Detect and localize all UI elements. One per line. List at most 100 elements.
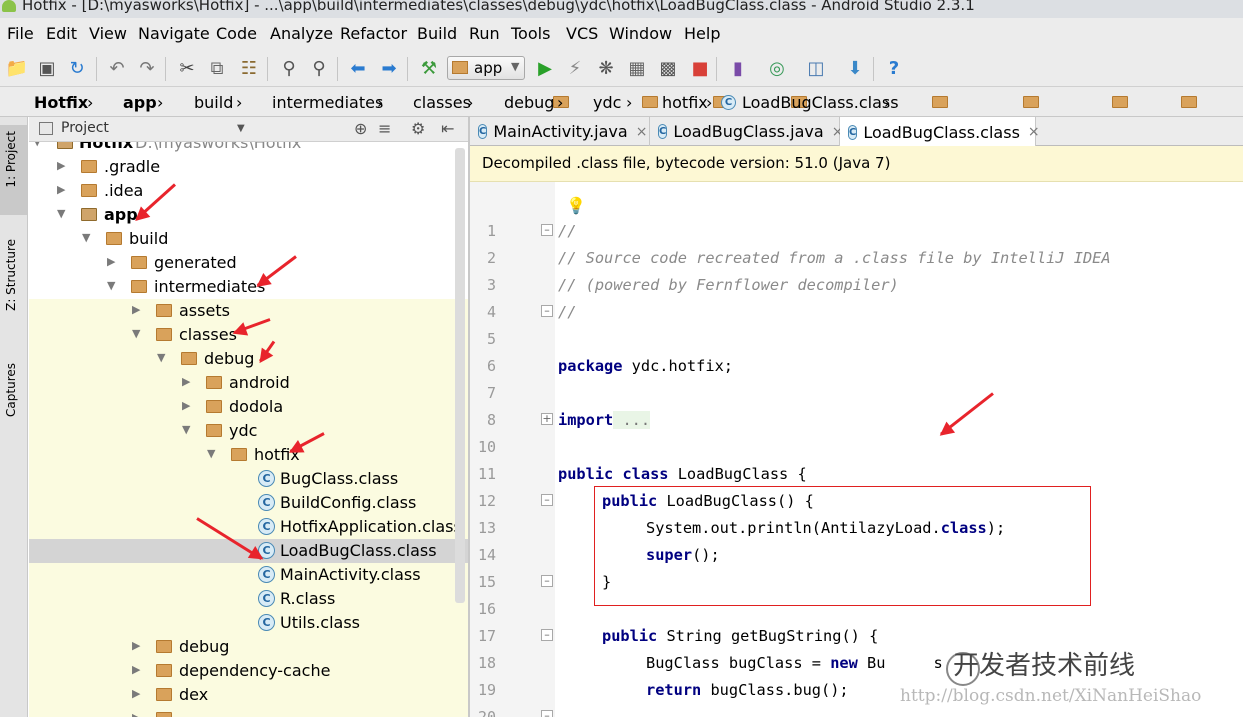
project-structure-icon[interactable]: ◫ [805, 58, 827, 80]
fold-toggle-icon[interactable]: – [541, 629, 553, 641]
folder-icon [156, 664, 172, 677]
redo-icon[interactable]: ↷ [136, 58, 158, 80]
paste-icon[interactable]: ☷ [238, 58, 260, 80]
make-project-icon[interactable]: ⚒ [418, 58, 440, 80]
chevron-down-icon[interactable]: ▼ [237, 123, 245, 134]
menu-tools[interactable]: Tools [511, 24, 550, 43]
sdk-manager-icon[interactable]: ◎ [766, 58, 788, 80]
locate-file-icon[interactable]: ⊕ [354, 119, 367, 138]
back-icon[interactable]: ⬅ [347, 58, 369, 80]
menu-vcs[interactable]: VCS [566, 24, 598, 43]
undo-icon[interactable]: ↶ [106, 58, 128, 80]
tab-mainactivity-java[interactable]: C MainActivity.java × [470, 117, 650, 146]
tree-item-assets[interactable]: ▶ assets [29, 299, 468, 323]
stop-icon[interactable]: ■ [689, 58, 711, 80]
menu-edit[interactable]: Edit [46, 24, 77, 43]
project-tool-tab[interactable]: 1: Project [4, 131, 18, 188]
breadcrumb-loadbugclass[interactable]: C LoadBugClass.class [721, 91, 899, 113]
fold-toggle-icon[interactable]: – [541, 305, 553, 317]
tree-item-build[interactable]: ▼ build [29, 227, 468, 251]
tree-item-label: intermediates [154, 277, 266, 296]
tab-loadbugclass-class[interactable]: C LoadBugClass.class × [840, 117, 1040, 147]
tab-loadbugclass-java[interactable]: C LoadBugClass.java × [650, 117, 843, 146]
fold-toggle-icon[interactable]: + [541, 413, 553, 425]
debug-icon[interactable]: ❋ [595, 58, 617, 80]
tree-item-r[interactable]: C R.class [29, 587, 468, 611]
menu-help[interactable]: Help [684, 24, 720, 43]
attach-debugger-icon[interactable]: ▩ [657, 58, 679, 80]
breadcrumb-classes[interactable]: classes [391, 91, 948, 113]
tree-item-android[interactable]: ▶ android [29, 371, 468, 395]
fold-toggle-icon[interactable]: – [541, 575, 553, 587]
tree-item-intermediates[interactable]: ▼ intermediates [29, 275, 468, 299]
breadcrumb-intermediates[interactable]: intermediates [250, 91, 807, 113]
breadcrumb-debug[interactable]: debug [482, 91, 1039, 113]
sync-icon[interactable]: ↻ [66, 58, 88, 80]
tree-item-gradle[interactable]: ▶ .gradle [29, 155, 468, 179]
menu-file[interactable]: File [7, 24, 34, 43]
breadcrumb-app[interactable]: app [101, 91, 658, 113]
copy-icon[interactable]: ⧉ [206, 58, 228, 80]
code-text: LoadBugClass { [668, 465, 807, 483]
menu-refactor[interactable]: Refactor [340, 24, 407, 43]
hide-panel-icon[interactable]: ⇤ [441, 119, 454, 138]
gear-icon[interactable]: ⚙ [411, 119, 425, 138]
menu-view[interactable]: View [89, 24, 127, 43]
tree-item-app[interactable]: ▼ app [29, 203, 468, 227]
tree-item-dex[interactable]: ▶ dex [29, 683, 468, 707]
project-tree-scrollbar[interactable] [455, 148, 465, 603]
menu-analyze[interactable]: Analyze [270, 24, 333, 43]
close-icon[interactable]: × [636, 124, 648, 140]
close-icon[interactable]: × [1028, 124, 1040, 140]
tree-item-ydc[interactable]: ▼ ydc [29, 419, 468, 443]
captures-tool-tab[interactable]: Captures [4, 363, 18, 417]
collapse-all-icon[interactable]: ≡ [378, 119, 391, 138]
tree-item-utils[interactable]: C Utils.class [29, 611, 468, 635]
find-icon[interactable]: ⚲ [278, 58, 300, 80]
breadcrumb-hotfix[interactable]: Hotfix [12, 91, 569, 113]
tree-item-dependency-cache[interactable]: ▶ dependency-cache [29, 659, 468, 683]
breadcrumb-ydc[interactable]: ydc [571, 91, 1128, 113]
breadcrumb-hotfix-package[interactable]: hotfix [640, 91, 1197, 113]
fold-toggle-icon[interactable]: – [541, 710, 553, 717]
tree-item-clipped[interactable]: ▶ [29, 707, 468, 717]
replace-icon[interactable]: ⚲ [308, 58, 330, 80]
cut-icon[interactable]: ✂ [176, 58, 198, 80]
breadcrumb-label: hotfix [662, 92, 708, 112]
tree-item-idea[interactable]: ▶ .idea [29, 179, 468, 203]
menu-build[interactable]: Build [417, 24, 457, 43]
menu-code[interactable]: Code [216, 24, 257, 43]
forward-icon[interactable]: ➡ [378, 58, 400, 80]
tree-item-hotfixapplication[interactable]: C HotfixApplication.class [29, 515, 468, 539]
run-icon[interactable]: ▶ [534, 58, 556, 80]
tree-item-bugclass[interactable]: C BugClass.class [29, 467, 468, 491]
run-configuration-select[interactable]: app ▼ [447, 56, 525, 80]
tree-item-debug-2[interactable]: ▶ debug [29, 635, 468, 659]
fold-toggle-icon[interactable]: – [541, 494, 553, 506]
menu-navigate[interactable]: Navigate [138, 24, 210, 43]
save-icon[interactable]: ▣ [36, 58, 58, 80]
android-monitor-icon[interactable]: ⬇ [844, 58, 866, 80]
tree-item-generated[interactable]: ▶ generated [29, 251, 468, 275]
tree-item-mainactivity[interactable]: C MainActivity.class [29, 563, 468, 587]
apply-changes-icon[interactable]: ⚡ [564, 58, 586, 80]
menu-window[interactable]: Window [609, 24, 672, 43]
fold-toggle-icon[interactable]: – [541, 224, 553, 236]
open-folder-icon[interactable]: 📁 [6, 58, 28, 80]
tree-item-hotfix[interactable]: ▼ hotfix [29, 443, 468, 467]
tree-item-dodola[interactable]: ▶ dodola [29, 395, 468, 419]
avd-manager-icon[interactable]: ▮ [727, 58, 749, 80]
folded-imports[interactable]: ... [613, 411, 651, 429]
structure-tool-tab[interactable]: Z: Structure [4, 239, 18, 311]
editor-tabs: C MainActivity.java × C LoadBugClass.jav… [470, 117, 1243, 147]
breadcrumb-build[interactable]: build [172, 91, 729, 113]
tree-item-root[interactable]: ▼ Hotfix D:\myasworks\Hotfix [29, 142, 468, 155]
project-view-selector[interactable]: Project [61, 120, 109, 136]
help-icon[interactable]: ? [883, 58, 905, 80]
tree-item-debug[interactable]: ▼ debug [29, 347, 468, 371]
lightbulb-icon[interactable]: 💡 [566, 196, 586, 215]
profile-icon[interactable]: ▦ [626, 58, 648, 80]
menu-run[interactable]: Run [469, 24, 500, 43]
code-line-11: public class LoadBugClass { [558, 465, 807, 483]
tree-item-buildconfig[interactable]: C BuildConfig.class [29, 491, 468, 515]
